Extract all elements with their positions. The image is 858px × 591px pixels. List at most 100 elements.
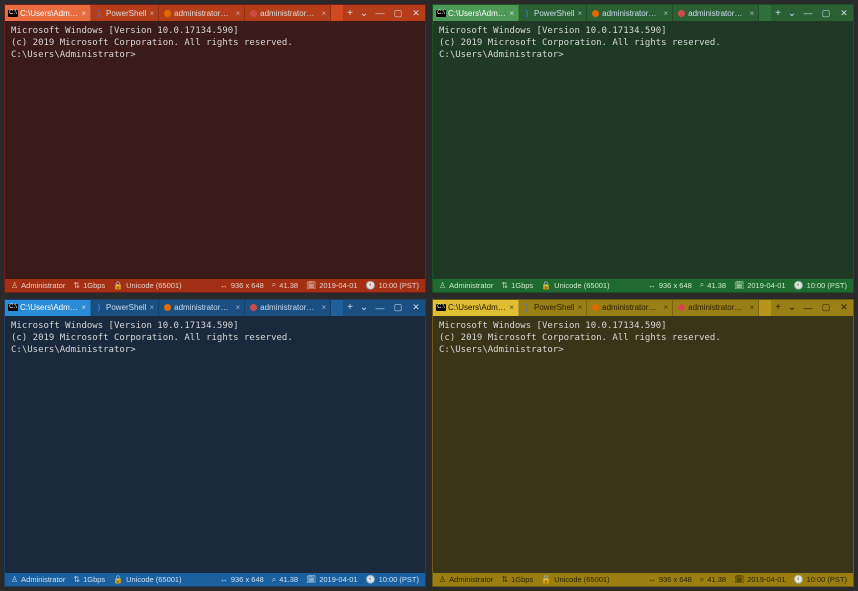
ssh-icon [163, 304, 171, 312]
tab-label: PowerShell [106, 303, 146, 312]
close-tab-icon[interactable]: × [235, 303, 240, 312]
status-size: ↔936 x 648 [220, 281, 264, 290]
close-tab-icon[interactable]: × [749, 303, 754, 312]
close-tab-icon[interactable]: × [577, 9, 582, 18]
status-user: ♙Administrator [439, 575, 493, 584]
terminal-area[interactable]: Microsoft Windows [Version 10.0.17134.59… [5, 21, 425, 279]
status-network-text: 1Gbps [83, 281, 105, 290]
close-button[interactable]: ✕ [407, 5, 425, 21]
close-button[interactable]: ✕ [835, 5, 853, 21]
tab-3[interactable]: administrator@DES...× [673, 5, 759, 21]
close-tab-icon[interactable]: × [81, 9, 86, 18]
clock-icon: 🕙 [794, 575, 804, 584]
network-icon: ⇅ [73, 575, 80, 584]
close-tab-icon[interactable]: × [235, 9, 240, 18]
status-date: 🗓2019-04-01 [306, 281, 358, 290]
terminal-area[interactable]: Microsoft Windows [Version 10.0.17134.59… [433, 21, 853, 279]
close-tab-icon[interactable]: × [149, 303, 154, 312]
minimize-button[interactable]: — [799, 5, 817, 21]
tab-1[interactable]: PowerShell× [91, 5, 159, 21]
window-controls: —▢✕ [371, 5, 425, 21]
tab-0[interactable]: C:\Users\Administr.× [5, 5, 91, 21]
terminal-area[interactable]: Microsoft Windows [Version 10.0.17134.59… [5, 316, 425, 574]
maximize-button[interactable]: ▢ [389, 300, 407, 316]
status-user-text: Administrator [21, 575, 65, 584]
tab-dropdown-button[interactable]: ⌄ [785, 300, 799, 316]
close-button[interactable]: ✕ [407, 300, 425, 316]
ssh-icon [249, 304, 257, 312]
terminal-area[interactable]: Microsoft Windows [Version 10.0.17134.59… [433, 316, 853, 574]
status-date-text: 2019-04-01 [747, 281, 785, 290]
tab-dropdown-button[interactable]: ⌄ [785, 5, 799, 21]
status-user-text: Administrator [21, 281, 65, 290]
ssh-icon [163, 9, 171, 17]
close-tab-icon[interactable]: × [577, 303, 582, 312]
tab-0[interactable]: C:\Users\Administr.× [5, 300, 91, 316]
cmd-icon [9, 304, 17, 312]
tab-dropdown-button[interactable]: ⌄ [357, 5, 371, 21]
close-tab-icon[interactable]: × [321, 303, 326, 312]
status-user: ♙Administrator [11, 281, 65, 290]
terminal-line: (c) 2019 Microsoft Corporation. All righ… [439, 37, 847, 49]
tab-label: administrator@DES... [260, 303, 318, 312]
tab-3[interactable]: administrator@DES...× [673, 300, 759, 316]
status-time: 🕙10:00 (PST) [794, 575, 847, 584]
terminal-window-yellow: C:\Users\Administr.×PowerShell×administr… [432, 299, 854, 588]
calendar-icon: 🗓 [306, 281, 316, 290]
tab-strip: C:\Users\Administr.×PowerShell×administr… [433, 5, 771, 21]
calendar-icon: 🗓 [734, 575, 744, 584]
tab-label: administrator@DES... [260, 9, 318, 18]
user-icon: ♙ [439, 575, 446, 584]
resize-icon: ↔ [220, 281, 228, 290]
new-tab-button[interactable]: + [771, 5, 785, 21]
close-tab-icon[interactable]: × [663, 303, 668, 312]
status-zoom: ⌕41.38 [700, 575, 726, 585]
minimize-button[interactable]: — [799, 300, 817, 316]
close-tab-icon[interactable]: × [749, 9, 754, 18]
close-tab-icon[interactable]: × [81, 303, 86, 312]
maximize-button[interactable]: ▢ [389, 5, 407, 21]
close-tab-icon[interactable]: × [509, 9, 514, 18]
status-encoding: 🔒Unicode (65001) [541, 281, 609, 290]
resize-icon: ↔ [220, 575, 228, 584]
tab-dropdown-button[interactable]: ⌄ [357, 300, 371, 316]
tab-1[interactable]: PowerShell× [519, 300, 587, 316]
tab-3[interactable]: administrator@DES...× [245, 5, 331, 21]
minimize-button[interactable]: — [371, 300, 389, 316]
tab-2[interactable]: administrator@DES...× [587, 300, 673, 316]
maximize-button[interactable]: ▢ [817, 5, 835, 21]
tab-1[interactable]: PowerShell× [519, 5, 587, 21]
new-tab-button[interactable]: + [343, 5, 357, 21]
tab-3[interactable]: administrator@DES...× [245, 300, 331, 316]
tab-2[interactable]: administrator@DES...× [159, 5, 245, 21]
tab-1[interactable]: PowerShell× [91, 300, 159, 316]
status-zoom-text: 41.38 [707, 575, 726, 584]
titlebar: C:\Users\Administr.×PowerShell×administr… [433, 300, 853, 316]
ssh-icon [677, 304, 685, 312]
close-tab-icon[interactable]: × [663, 9, 668, 18]
lock-icon: 🔒 [541, 575, 551, 584]
cmd-icon [437, 304, 445, 312]
close-tab-icon[interactable]: × [149, 9, 154, 18]
minimize-button[interactable]: — [371, 5, 389, 21]
status-zoom: ⌕41.38 [272, 280, 298, 290]
maximize-button[interactable]: ▢ [817, 300, 835, 316]
status-time-text: 10:00 (PST) [379, 575, 419, 584]
tab-2[interactable]: administrator@DES...× [159, 300, 245, 316]
tab-0[interactable]: C:\Users\Administr.× [433, 300, 519, 316]
tab-strip: C:\Users\Administr.×PowerShell×administr… [433, 300, 771, 316]
window-controls: —▢✕ [799, 5, 853, 21]
close-button[interactable]: ✕ [835, 300, 853, 316]
terminal-line: C:\Users\Administrator> [439, 49, 847, 61]
powershell-icon [523, 9, 531, 17]
status-bar: ♙Administrator⇅1Gbps🔒Unicode (65001)↔936… [433, 279, 853, 292]
cmd-icon [9, 9, 17, 17]
tab-2[interactable]: administrator@DES...× [587, 5, 673, 21]
close-tab-icon[interactable]: × [509, 303, 514, 312]
powershell-icon [95, 9, 103, 17]
tab-0[interactable]: C:\Users\Administr.× [433, 5, 519, 21]
new-tab-button[interactable]: + [343, 300, 357, 316]
new-tab-button[interactable]: + [771, 300, 785, 316]
close-tab-icon[interactable]: × [321, 9, 326, 18]
zoom-icon: ⌕ [700, 280, 704, 290]
